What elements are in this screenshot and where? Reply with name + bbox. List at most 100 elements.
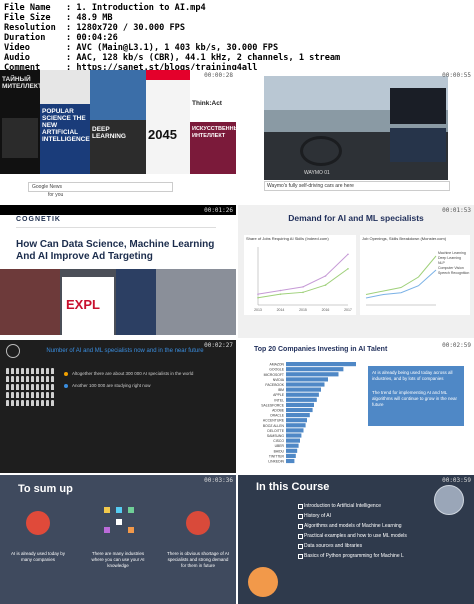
course-topic-item: Practical examples and how to use ML mod… [298,531,438,541]
course-topic-label: History of AI [304,513,331,519]
course-topic-list: Introduction to Artificial Intelligence H… [298,501,438,561]
slide-title: Top 20 Companies Investing in AI Talent [254,346,388,353]
person-icon [51,384,54,390]
person-icon [16,392,19,398]
person-icon [46,384,49,390]
bar [286,377,328,382]
bar-label: BOOZ ALLEN [263,424,285,428]
person-icon [26,368,29,374]
passenger-photo [390,88,446,124]
billboard-text: EXPL [66,297,100,312]
bar [286,397,317,402]
person-icon [6,368,9,374]
person-icon [21,376,24,382]
bar-label: LINKEDIN [268,460,284,464]
bar-label: UBER [275,444,285,448]
timestamp: 00:03:59 [442,477,471,484]
line-chart-svg: 2013 2014 2015 2016 2017 [254,247,352,312]
industries-icon [104,507,134,533]
person-icon [31,376,34,382]
person-icon [31,392,34,398]
magazine-cover-4: 2045 [146,70,190,174]
site-logo[interactable]: COGNETIK [16,216,61,223]
thumbnail-7[interactable]: To sum up AI is already used today by ma… [0,475,236,604]
thumbnail-6[interactable]: Top 20 Companies Investing in AI Talent … [238,340,474,473]
bar [286,372,339,377]
stat-line-2: Another 100 000 are studying right now [72,383,151,388]
bar-label: GOOGLE [269,368,284,372]
person-icon [46,376,49,382]
bar-label: BAIDU [274,449,285,453]
person-icon [36,392,39,398]
checkbox-icon [298,534,303,539]
slide-title: Demand for AI and ML specialists [288,213,424,223]
timestamp: 00:01:26 [204,207,233,214]
person-icon [36,400,39,406]
bar-label: APPLE [273,393,285,397]
checkbox-icon [298,554,303,559]
magazine-cover-2: POPULAR SCIENCE THE NEW ARTIFICIAL INTEL… [40,70,90,174]
person-icon [36,368,39,374]
thumbnail-1[interactable]: ТАЙНЫЙ МИТЕЛЛЕКТ POPULAR SCIENCE THE NEW… [0,70,236,203]
bar-label: CISCO [273,439,284,443]
person-icon [6,400,9,406]
bar-label: NVIDIA [273,378,285,382]
person-icon [21,400,24,406]
timestamp: 00:01:53 [442,207,471,214]
person-icon [51,392,54,398]
dash-label: WAYMO 01 [304,170,330,176]
data-point [257,296,259,299]
data-point [279,293,282,295]
data-point [302,286,304,288]
thumbnail-4[interactable]: Demand for AI and ML specialists Share o… [238,205,474,338]
person-icon [11,400,14,406]
person-icon [11,392,14,398]
bar [286,367,344,372]
thumbnail-3[interactable]: COGNETIK How Can Data Science, Machine L… [0,205,236,338]
checkbox-icon [298,524,303,529]
person-icon [16,368,19,374]
info-bullet-1: AI is already being used today across al… [372,370,453,381]
industry-dot [128,507,134,513]
thumbnail-8[interactable]: In this Course Introduction to Artificia… [238,475,474,604]
bar [286,387,321,392]
industry-dot [104,507,110,513]
data-point [347,253,349,256]
student-avatar [248,567,278,597]
bar-label: SALESFORCE [261,403,285,407]
instructor-avatar [434,485,464,515]
info-bullet-2: The trend for implementing AI and ML alg… [372,390,458,407]
checkbox-icon [298,514,303,519]
x-tick-label: 2017 [344,308,352,312]
robot-face-icon [2,118,38,158]
chart-right: Job Openings, Skills Breakdown (Monster.… [360,235,470,315]
series-line-0 [365,255,437,295]
bar [286,413,310,418]
person-icon [41,376,44,382]
person-icon [31,384,34,390]
person-icon [16,400,19,406]
person-icon [51,400,54,406]
person-icon [16,376,19,382]
course-topic-item: Introduction to Artificial Intelligence [298,501,438,511]
x-tick-label: 2013 [254,308,262,312]
bar [286,443,299,448]
bar [286,418,307,423]
bar-label: ACCENTURE [263,419,285,423]
industry-dot [104,527,110,533]
person-icon [41,384,44,390]
industry-dot [116,519,122,525]
bar [286,402,314,407]
x-tick-label: 2014 [277,308,285,312]
specialist-icon [186,511,210,535]
cover-masthead [146,70,190,80]
thumbnail-2[interactable]: WAYMO 01 Waymo's fully self-driving cars… [238,70,474,203]
timestamp: 00:03:36 [204,477,233,484]
thumbnail-5[interactable]: Number of AI and ML specialists now and … [0,340,236,473]
search-result-bar[interactable]: Google News [28,182,173,192]
person-icon [6,384,9,390]
cover-photo [90,70,146,120]
summary-caption-2: There are many industries where you can … [91,551,145,568]
person-icon [46,392,49,398]
building-left [0,269,60,335]
